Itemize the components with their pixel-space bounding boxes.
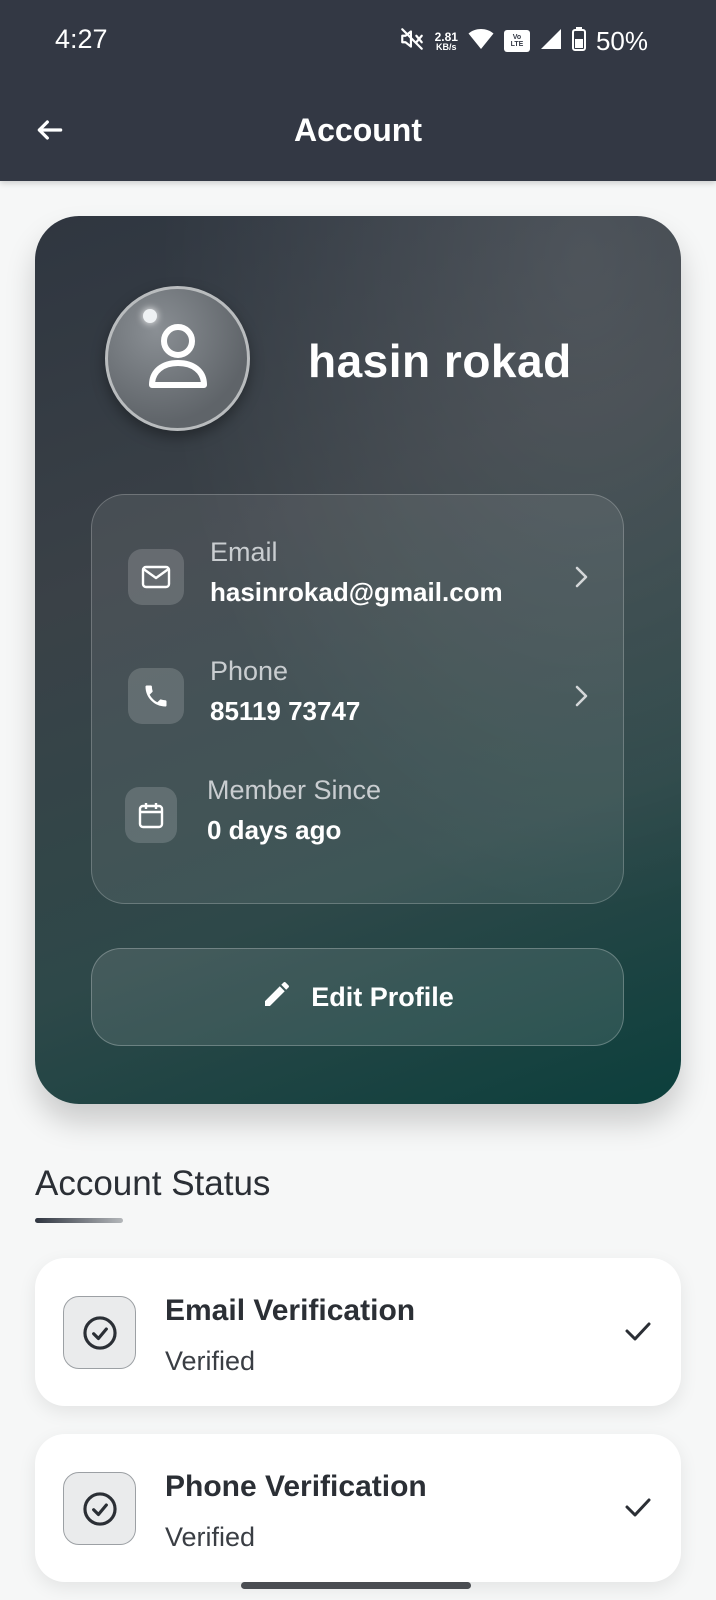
mail-icon [128, 549, 184, 605]
status-time: 4:27 [55, 24, 108, 54]
calendar-icon [125, 787, 177, 843]
email-value: hasinrokad@gmail.com [210, 577, 503, 607]
check-icon [623, 1316, 653, 1346]
user-name: hasin rokad [308, 335, 572, 387]
pencil-icon [261, 978, 293, 1017]
net-speed-value: 2.81 [434, 29, 458, 44]
mute-icon [399, 26, 425, 57]
phone-verification-title: Phone Verification [165, 1470, 427, 1503]
phone-row[interactable]: Phone 85119 73747 [92, 656, 623, 758]
email-verification-status: Verified [165, 1346, 256, 1376]
section-title: Account Status [35, 1164, 271, 1203]
contact-info-panel: Email hasinrokad@gmail.com Phone 85119 7… [91, 494, 624, 904]
phone-value: 85119 73747 [210, 696, 361, 726]
section-underline [35, 1218, 123, 1223]
edit-profile-label: Edit Profile [311, 981, 454, 1012]
member-since-value: 0 days ago [207, 815, 342, 845]
user-icon [147, 323, 209, 394]
net-speed-unit: KB/s [436, 41, 457, 52]
chevron-right-icon [569, 682, 593, 710]
volte-icon: Vo LTE [503, 30, 530, 52]
profile-card: hasin rokad Email hasinrokad@gmail.com P… [35, 216, 681, 1104]
app-bar: 4:27 2.81 KB/s Vo LTE 50% Account [0, 0, 716, 181]
email-row[interactable]: Email hasinrokad@gmail.com [92, 537, 623, 639]
page-title: Account [294, 112, 422, 148]
volte-top-text: Vo [512, 34, 522, 41]
avatar-highlight [143, 309, 157, 323]
check-circle-icon [63, 1472, 136, 1545]
check-icon [623, 1492, 653, 1522]
signal-icon [540, 28, 562, 55]
email-label: Email [210, 537, 278, 567]
phone-verification-card: Phone Verification Verified [35, 1434, 681, 1582]
battery-percent: 50% [595, 25, 648, 56]
phone-verification-status: Verified [165, 1522, 256, 1552]
volte-bottom-text: LTE [510, 41, 524, 48]
check-circle-icon [63, 1296, 136, 1369]
battery-icon [571, 26, 586, 56]
status-icons: 2.81 KB/s Vo LTE 50% [399, 26, 648, 56]
home-indicator[interactable] [241, 1582, 471, 1589]
email-verification-card: Email Verification Verified [35, 1258, 681, 1406]
chevron-right-icon [569, 563, 593, 591]
phone-label: Phone [210, 656, 289, 686]
phone-icon [128, 668, 184, 724]
member-since-label: Member Since [207, 775, 382, 805]
network-speed: 2.81 KB/s [435, 31, 458, 52]
email-verification-title: Email Verification [165, 1294, 416, 1327]
member-since-row: Member Since 0 days ago [92, 775, 623, 877]
avatar [105, 286, 250, 431]
wifi-icon [468, 28, 494, 55]
edit-profile-button[interactable]: Edit Profile [91, 948, 624, 1046]
